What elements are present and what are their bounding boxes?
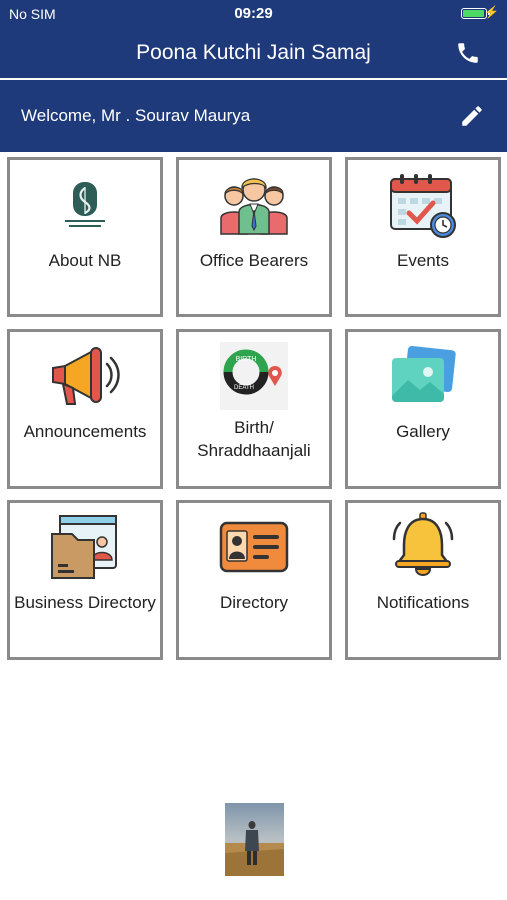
photos-icon (392, 346, 456, 402)
tile-birth-shraddhaanjali[interactable]: BIRTH DEATH Birth/ Shraddhaanjali (176, 329, 332, 489)
tile-label: Directory (219, 593, 288, 612)
person-field-photo (225, 803, 284, 876)
calendar-icon (390, 174, 456, 238)
bell-icon (392, 512, 454, 576)
tile-events[interactable]: Events (345, 157, 501, 317)
svg-text:DEATH: DEATH (234, 385, 254, 391)
tile-label: Gallery (396, 422, 450, 441)
logo-icon (65, 182, 105, 227)
tile-about-nb[interactable]: About NB (7, 157, 163, 317)
charging-icon: ⚡ (484, 5, 499, 19)
megaphone-icon (52, 347, 120, 405)
tile-gallery[interactable]: Gallery (345, 329, 501, 489)
status-bar: No SIM 09:29 ⚡ (0, 0, 507, 28)
business-card-icon (51, 515, 117, 579)
tile-label: Events (397, 251, 449, 270)
tile-label: Notifications (376, 593, 470, 612)
tile-business-directory[interactable]: Business Directory (7, 500, 163, 660)
pencil-icon[interactable] (459, 103, 485, 129)
tile-announcements[interactable]: Announcements (7, 329, 163, 489)
tile-label: About NB (48, 251, 122, 270)
page-title: Poona Kutchi Jain Samaj (136, 41, 371, 64)
birth-death-icon: BIRTH DEATH (220, 342, 288, 410)
tile-label: Announcements (23, 422, 147, 441)
tile-directory[interactable]: Directory (176, 500, 332, 660)
header-bar: Poona Kutchi Jain Samaj (0, 28, 507, 78)
phone-icon[interactable] (455, 40, 481, 66)
tile-label: Office Bearers (199, 251, 309, 270)
tile-notifications[interactable]: Notifications (345, 500, 501, 660)
svg-text:BIRTH: BIRTH (236, 356, 257, 363)
welcome-bar: Welcome, Mr . Sourav Maurya (0, 80, 507, 152)
tile-office-bearers[interactable]: Office Bearers (176, 157, 332, 317)
tile-label: Business Directory (14, 593, 156, 612)
welcome-text: Welcome, Mr . Sourav Maurya (21, 106, 251, 125)
id-card-icon (219, 521, 289, 573)
clock: 09:29 (234, 5, 273, 22)
tile-label: Birth/ Shraddhaanjali (197, 418, 311, 460)
people-group-icon (220, 178, 288, 235)
